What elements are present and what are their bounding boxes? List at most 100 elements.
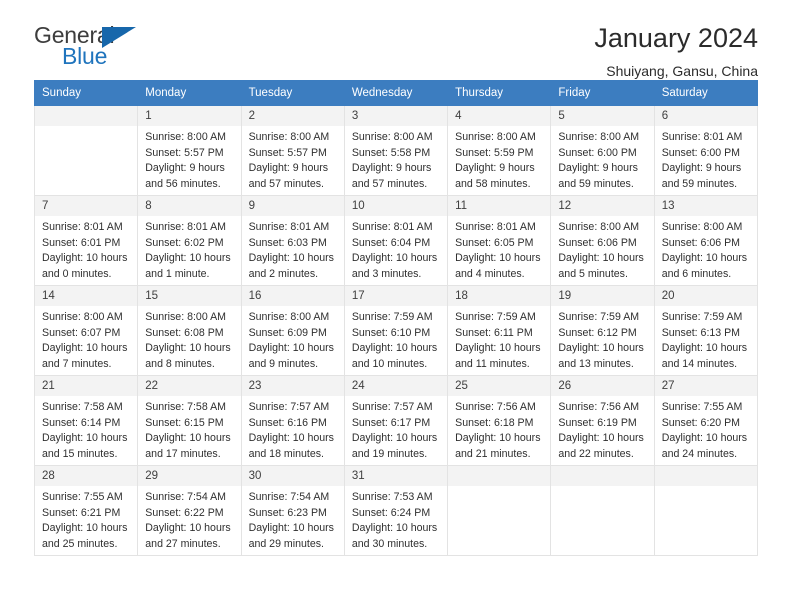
day-details: Sunrise: 7:54 AM Sunset: 6:22 PM Daylight:… — [138, 486, 240, 552]
day-number: 8 — [138, 196, 241, 217]
calendar-cell-inner: 5 Sunrise: 8:00 AM Sunset: 6:00 PM Daylight… — [551, 106, 654, 195]
calendar-day-cell[interactable]: 19 Sunrise: 7:59 AM Sunset: 6:12 PM Dayligh… — [550, 285, 655, 376]
calendar-cell-inner: 16 Sunrise: 8:00 AM Sunset: 6:09 PM Dayligh… — [241, 286, 344, 375]
calendar-day-cell[interactable]: 16 Sunrise: 8:00 AM Sunset: 6:09 PM Dayligh… — [240, 285, 345, 376]
daylight-text-line2: and 59 minutes. — [661, 177, 738, 190]
calendar-day-cell[interactable]: 12 Sunrise: 8:00 AM Sunset: 6:06 PM Dayligh… — [550, 195, 655, 286]
calendar-day-cell[interactable]: 22 Sunrise: 7:58 AM Sunset: 6:15 PM Dayligh… — [137, 375, 242, 466]
sunset-text: Sunset: 6:16 PM — [248, 416, 327, 429]
calendar-week-row: 28 Sunrise: 7:55 AM Sunset: 6:21 PM Dayligh… — [33, 465, 759, 556]
sunset-text: Sunset: 6:17 PM — [351, 416, 431, 429]
daylight-text-line2: and 13 minutes. — [558, 357, 634, 370]
day-details: Sunrise: 7:59 AM Sunset: 6:10 PM Daylight:… — [345, 306, 447, 372]
calendar-day-cell[interactable]: 2 Sunrise: 8:00 AM Sunset: 5:57 PM Daylight… — [240, 105, 345, 196]
calendar-cell-inner: 2 Sunrise: 8:00 AM Sunset: 5:57 PM Daylight… — [241, 106, 344, 195]
calendar-day-cell[interactable]: 11 Sunrise: 8:01 AM Sunset: 6:05 PM Dayligh… — [447, 195, 552, 286]
sunset-text: Sunset: 6:06 PM — [661, 236, 741, 249]
day-details: Sunrise: 8:01 AM Sunset: 6:03 PM Daylight:… — [242, 216, 344, 282]
calendar-day-cell[interactable]: 21 Sunrise: 7:58 AM Sunset: 6:14 PM Dayligh… — [33, 375, 139, 466]
calendar-cell-inner: 30 Sunrise: 7:54 AM Sunset: 6:23 PM Dayligh… — [241, 466, 344, 555]
day-details: Sunrise: 7:55 AM Sunset: 6:21 PM Daylight:… — [35, 486, 137, 552]
daylight-text-line1: Daylight: 10 hours — [455, 252, 541, 265]
daylight-text-line2: and 57 minutes. — [248, 177, 324, 190]
day-details: Sunrise: 8:01 AM Sunset: 6:02 PM Daylight:… — [138, 216, 240, 282]
daylight-text-line1: Daylight: 10 hours — [351, 252, 438, 265]
calendar-day-cell[interactable]: 13 Sunrise: 8:00 AM Sunset: 6:06 PM Dayligh… — [653, 195, 759, 286]
sunset-text: Sunset: 5:57 PM — [248, 146, 327, 159]
weekday-header-row: Sunday Monday Tuesday Wednesday Thursday… — [33, 80, 759, 106]
sunrise-text: Sunrise: 8:01 AM — [661, 131, 743, 144]
sunset-text: Sunset: 6:22 PM — [145, 506, 224, 519]
calendar-cell-inner: 27 Sunrise: 7:55 AM Sunset: 6:20 PM Dayligh… — [654, 376, 757, 465]
day-details: Sunrise: 7:56 AM Sunset: 6:19 PM Daylight:… — [551, 396, 653, 462]
sunset-text: Sunset: 6:12 PM — [558, 326, 637, 339]
sunrise-text: Sunrise: 7:59 AM — [455, 311, 536, 324]
daylight-text-line2: and 29 minutes. — [248, 537, 324, 550]
calendar-day-cell[interactable]: 7 Sunrise: 8:01 AM Sunset: 6:01 PM Daylight… — [33, 195, 139, 286]
calendar-day-cell[interactable]: 4 Sunrise: 8:00 AM Sunset: 5:59 PM Daylight… — [447, 105, 552, 196]
calendar-day-cell[interactable]: 25 Sunrise: 7:56 AM Sunset: 6:18 PM Dayligh… — [447, 375, 552, 466]
calendar-day-cell[interactable]: 18 Sunrise: 7:59 AM Sunset: 6:11 PM Dayligh… — [447, 285, 552, 376]
day-number: 7 — [35, 196, 138, 217]
day-details: Sunrise: 8:01 AM Sunset: 6:05 PM Daylight:… — [448, 216, 550, 282]
sunrise-text: Sunrise: 7:57 AM — [248, 401, 330, 414]
calendar-day-cell[interactable]: 23 Sunrise: 7:57 AM Sunset: 6:16 PM Dayligh… — [240, 375, 345, 466]
daylight-text-line2: and 8 minutes. — [145, 357, 215, 370]
calendar-day-cell[interactable]: 14 Sunrise: 8:00 AM Sunset: 6:07 PM Dayligh… — [33, 285, 139, 376]
calendar-day-cell[interactable]: 28 Sunrise: 7:55 AM Sunset: 6:21 PM Dayligh… — [33, 465, 139, 556]
daylight-text-line1: Daylight: 10 hours — [248, 252, 334, 265]
calendar-day-cell[interactable]: 8 Sunrise: 8:01 AM Sunset: 6:02 PM Daylight… — [137, 195, 242, 286]
daylight-text-line2: and 22 minutes. — [558, 447, 634, 460]
sunrise-text: Sunrise: 8:00 AM — [558, 221, 640, 234]
daylight-text-line2: and 59 minutes. — [558, 177, 634, 190]
weekday-header-wednesday: Wednesday — [343, 80, 449, 106]
daylight-text-line1: Daylight: 10 hours — [248, 342, 334, 355]
sunset-text: Sunset: 6:00 PM — [661, 146, 741, 159]
day-details: Sunrise: 7:57 AM Sunset: 6:16 PM Daylight:… — [242, 396, 344, 462]
day-number: 21 — [35, 376, 138, 397]
day-details: Sunrise: 8:01 AM Sunset: 6:01 PM Daylight:… — [35, 216, 137, 282]
calendar-day-cell[interactable]: 27 Sunrise: 7:55 AM Sunset: 6:20 PM Dayligh… — [653, 375, 759, 466]
general-blue-logo[interactable]: General Blue — [34, 24, 146, 72]
calendar-day-cell[interactable]: 26 Sunrise: 7:56 AM Sunset: 6:19 PM Dayligh… — [550, 375, 655, 466]
daylight-text-line2: and 15 minutes. — [42, 447, 118, 460]
daylight-text-line2: and 10 minutes. — [351, 357, 428, 370]
day-number: 4 — [448, 106, 551, 127]
day-details: Sunrise: 8:00 AM Sunset: 6:07 PM Daylight:… — [35, 306, 137, 372]
daylight-text-line1: Daylight: 10 hours — [42, 252, 128, 265]
calendar-day-cell[interactable]: 29 Sunrise: 7:54 AM Sunset: 6:22 PM Dayligh… — [137, 465, 242, 556]
calendar-day-cell[interactable]: 1 Sunrise: 8:00 AM Sunset: 5:57 PM Daylight… — [137, 105, 242, 196]
daylight-text-line1: Daylight: 10 hours — [351, 342, 438, 355]
calendar-day-cell[interactable]: 20 Sunrise: 7:59 AM Sunset: 6:13 PM Dayligh… — [653, 285, 759, 376]
calendar-day-cell[interactable]: 17 Sunrise: 7:59 AM Sunset: 6:10 PM Dayligh… — [343, 285, 449, 376]
day-number: 28 — [35, 466, 138, 487]
daylight-text-line2: and 4 minutes. — [455, 267, 525, 280]
calendar-day-cell[interactable]: 30 Sunrise: 7:54 AM Sunset: 6:23 PM Dayligh… — [240, 465, 345, 556]
calendar-cell-inner — [551, 466, 654, 555]
calendar-day-cell[interactable]: 9 Sunrise: 8:01 AM Sunset: 6:03 PM Daylight… — [240, 195, 345, 286]
weekday-header-sunday: Sunday — [33, 80, 139, 106]
daylight-text-line2: and 27 minutes. — [145, 537, 221, 550]
calendar-day-cell[interactable]: 5 Sunrise: 8:00 AM Sunset: 6:00 PM Daylight… — [550, 105, 655, 196]
daylight-text-line1: Daylight: 10 hours — [351, 522, 438, 535]
sunset-text: Sunset: 6:05 PM — [455, 236, 534, 249]
daylight-text-line1: Daylight: 9 hours — [558, 162, 638, 175]
weekday-header-thursday: Thursday — [447, 80, 552, 106]
daylight-text-line2: and 7 minutes. — [42, 357, 112, 370]
calendar-day-cell[interactable]: 10 Sunrise: 8:01 AM Sunset: 6:04 PM Dayligh… — [343, 195, 449, 286]
calendar-cell-inner: 13 Sunrise: 8:00 AM Sunset: 6:06 PM Dayligh… — [654, 196, 757, 285]
daylight-text-line2: and 58 minutes. — [455, 177, 531, 190]
calendar-day-cell[interactable]: 31 Sunrise: 7:53 AM Sunset: 6:24 PM Dayligh… — [343, 465, 449, 556]
day-number: 16 — [241, 286, 344, 307]
sunrise-text: Sunrise: 7:56 AM — [455, 401, 536, 414]
calendar-day-cell[interactable]: 15 Sunrise: 8:00 AM Sunset: 6:08 PM Dayligh… — [137, 285, 242, 376]
calendar-day-cell[interactable]: 6 Sunrise: 8:01 AM Sunset: 6:00 PM Daylight… — [653, 105, 759, 196]
day-number: 17 — [344, 286, 448, 307]
calendar-day-cell[interactable]: 24 Sunrise: 7:57 AM Sunset: 6:17 PM Dayligh… — [343, 375, 449, 466]
calendar-day-cell[interactable]: 3 Sunrise: 8:00 AM Sunset: 5:58 PM Daylight… — [343, 105, 449, 196]
day-number: 30 — [241, 466, 344, 487]
sunset-text: Sunset: 6:08 PM — [145, 326, 224, 339]
sunset-text: Sunset: 6:23 PM — [248, 506, 327, 519]
calendar-cell-empty — [33, 105, 139, 196]
sunset-text: Sunset: 5:59 PM — [455, 146, 534, 159]
